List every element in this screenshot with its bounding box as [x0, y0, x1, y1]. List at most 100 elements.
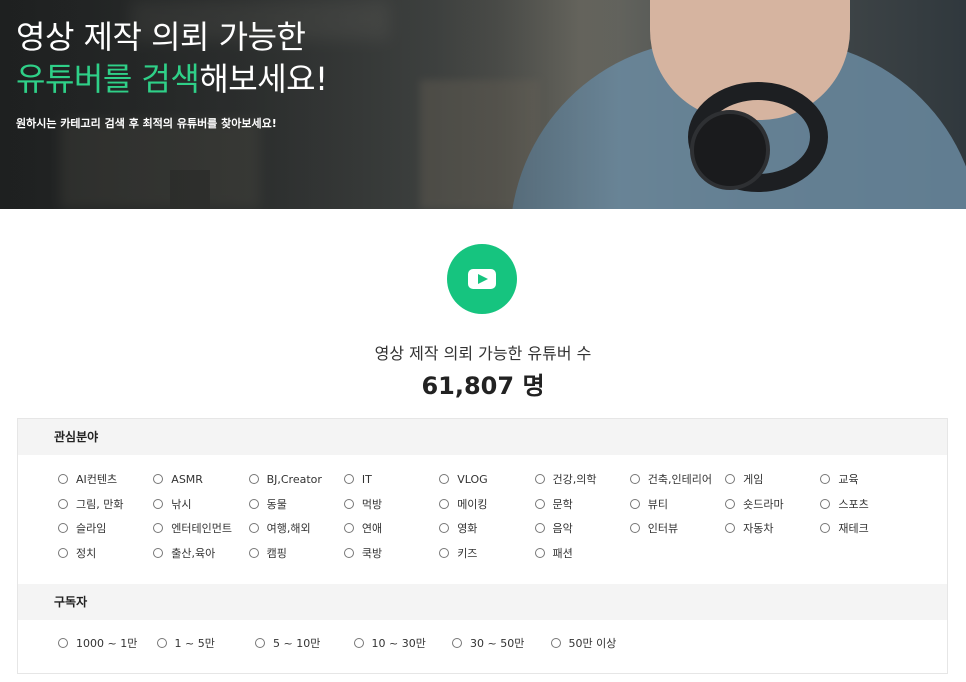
radio-button[interactable]: [248, 523, 259, 533]
interest-option-label: 건강,의학: [552, 473, 597, 486]
subscriber-option[interactable]: 1 ~ 5만: [156, 635, 215, 651]
interest-option-label: ASMR: [171, 472, 203, 486]
interest-option[interactable]: 메이킹: [439, 496, 488, 512]
radio-button[interactable]: [820, 474, 831, 484]
radio-button[interactable]: [343, 547, 354, 558]
radio-button[interactable]: [255, 638, 265, 648]
interest-option[interactable]: 인터뷰: [629, 520, 678, 536]
interest-option-label: VLOG: [457, 472, 488, 486]
interest-option[interactable]: 패션: [534, 545, 573, 561]
interest-option-label: 쿡방: [361, 546, 383, 560]
radio-button[interactable]: [629, 474, 640, 484]
interest-option[interactable]: ASMR: [153, 471, 203, 487]
interest-option[interactable]: 동물: [248, 496, 287, 512]
radio-button[interactable]: [439, 474, 450, 484]
radio-button[interactable]: [629, 523, 640, 533]
interest-option[interactable]: 엔터테인먼트: [153, 520, 232, 536]
headphones-cup-image: [690, 110, 770, 190]
radio-button[interactable]: [534, 523, 545, 533]
radio-button[interactable]: [248, 547, 259, 558]
subscriber-option[interactable]: 5 ~ 10만: [255, 635, 320, 651]
radio-button[interactable]: [629, 498, 640, 509]
interest-option[interactable]: 정치: [58, 545, 96, 561]
interest-option-label: 교육: [838, 473, 859, 486]
radio-button[interactable]: [153, 474, 164, 484]
radio-button[interactable]: [820, 498, 831, 509]
interest-option-label: 음악: [552, 522, 573, 535]
youtuber-count-label: 영상 제작 의뢰 가능한 유튜버 수: [374, 344, 592, 363]
radio-button[interactable]: [153, 498, 164, 509]
subscriber-option[interactable]: 30 ~ 50만: [452, 635, 524, 651]
interest-option[interactable]: 키즈: [439, 545, 477, 561]
subscriber-option-label: 50만 이상: [568, 637, 617, 650]
radio-button[interactable]: [343, 523, 354, 533]
subscriber-option-label: 10 ~ 30만: [371, 637, 426, 650]
interest-option[interactable]: VLOG: [439, 471, 488, 487]
interest-option[interactable]: 연애: [343, 520, 382, 536]
radio-button[interactable]: [343, 498, 354, 509]
interest-option[interactable]: 음악: [534, 520, 573, 536]
youtube-play-icon: [447, 244, 517, 314]
interest-option[interactable]: 재테크: [820, 520, 869, 536]
radio-button[interactable]: [58, 638, 68, 648]
radio-button[interactable]: [248, 474, 259, 484]
radio-button[interactable]: [439, 498, 450, 509]
radio-button[interactable]: [58, 498, 68, 509]
radio-button[interactable]: [353, 638, 364, 648]
interest-option[interactable]: 낚시: [153, 496, 192, 512]
interest-option[interactable]: 먹방: [343, 496, 383, 512]
interest-option[interactable]: AI컨텐츠: [58, 471, 117, 487]
interest-option-label: 그림, 만화: [76, 497, 124, 511]
hero-banner: 영상 제작 의뢰 가능한 유튜버를 검색해보세요! 원하시는 카테고리 검색 후…: [0, 0, 966, 209]
interest-option-label: 자동차: [743, 522, 774, 535]
interest-option-label: 재테크: [838, 522, 869, 535]
radio-button[interactable]: [534, 498, 545, 509]
radio-button[interactable]: [452, 638, 462, 648]
radio-button[interactable]: [439, 547, 450, 558]
interest-option[interactable]: BJ,Creator: [248, 471, 322, 487]
interest-option[interactable]: 숏드라마: [725, 496, 784, 512]
radio-button[interactable]: [439, 523, 450, 533]
interest-option[interactable]: 그림, 만화: [58, 496, 123, 512]
radio-button[interactable]: [153, 547, 164, 558]
radio-button[interactable]: [725, 474, 736, 484]
subscriber-option[interactable]: 1000 ~ 1만: [58, 635, 137, 651]
radio-button[interactable]: [550, 638, 561, 648]
interest-option[interactable]: 영화: [439, 520, 477, 536]
interest-option[interactable]: 스포츠: [820, 496, 869, 512]
interest-option-label: 출산,육아: [171, 546, 216, 560]
interest-option-label: 엔터테인먼트: [171, 522, 233, 535]
radio-button[interactable]: [153, 523, 164, 533]
interest-option[interactable]: 여행,해외: [248, 520, 311, 536]
radio-button[interactable]: [725, 523, 736, 533]
interest-option[interactable]: IT: [343, 471, 372, 487]
interest-option[interactable]: 쿡방: [343, 545, 383, 561]
interest-option[interactable]: 캠핑: [248, 545, 287, 561]
interest-option[interactable]: 슬라임: [58, 520, 106, 536]
interest-option-label: 낚시: [171, 497, 192, 511]
radio-button[interactable]: [58, 547, 68, 558]
radio-button[interactable]: [820, 523, 831, 533]
radio-button[interactable]: [248, 498, 259, 509]
interest-option[interactable]: 문학: [534, 496, 573, 512]
subscriber-option[interactable]: 10 ~ 30만: [353, 635, 426, 651]
interest-option[interactable]: 뷰티: [629, 496, 669, 512]
interest-option-label: 영화: [457, 522, 478, 535]
interest-option[interactable]: 자동차: [725, 520, 773, 536]
interest-option[interactable]: 건축,인테리어: [629, 471, 712, 487]
radio-button[interactable]: [725, 498, 736, 509]
subscriber-option[interactable]: 50만 이상: [550, 635, 617, 651]
interest-option-label: 먹방: [361, 497, 383, 511]
interest-option[interactable]: 건강,의학: [534, 471, 597, 487]
interest-option[interactable]: 게임: [725, 471, 763, 487]
interest-option[interactable]: 출산,육아: [153, 545, 215, 561]
radio-button[interactable]: [156, 638, 167, 648]
interest-option-label: 정치: [76, 546, 97, 560]
radio-button[interactable]: [58, 523, 68, 533]
radio-button[interactable]: [534, 547, 545, 558]
radio-button[interactable]: [534, 474, 545, 484]
interest-option-label: 뷰티: [647, 497, 669, 511]
radio-button[interactable]: [343, 474, 354, 484]
radio-button[interactable]: [58, 474, 68, 484]
interest-option[interactable]: 교육: [820, 471, 859, 487]
